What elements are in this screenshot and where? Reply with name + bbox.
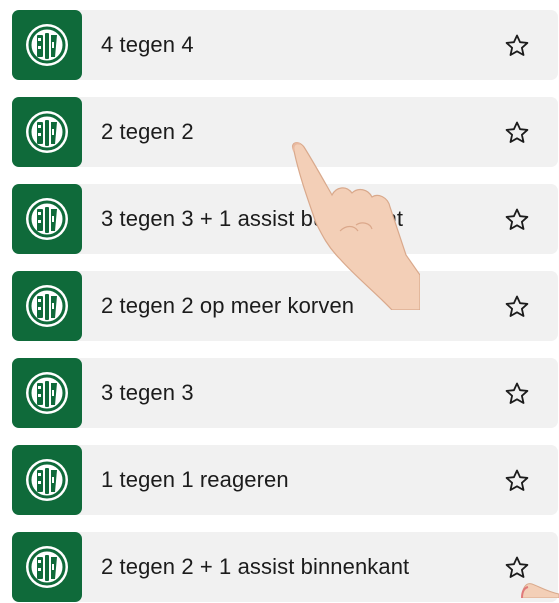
exercise-row[interactable]: 3 tegen 3 + 1 assist buitenkant	[12, 184, 558, 254]
club-logo-icon	[12, 10, 82, 80]
exercise-title: 3 tegen 3	[101, 380, 194, 405]
exercise-title: 1 tegen 1 reageren	[101, 467, 289, 492]
exercise-row[interactable]: 4 tegen 4	[12, 10, 558, 80]
club-logo-icon	[12, 184, 82, 254]
exercise-row[interactable]: 2 tegen 2 op meer korven	[12, 271, 558, 341]
favorite-star-icon[interactable]	[504, 207, 530, 233]
exercise-title: 2 tegen 2 op meer korven	[101, 293, 355, 318]
exercise-title: 2 tegen 2	[101, 119, 194, 144]
club-logo-icon	[12, 97, 82, 167]
exercise-title: 4 tegen 4	[101, 32, 194, 57]
favorite-star-icon[interactable]	[504, 468, 530, 494]
club-logo-icon	[12, 445, 82, 515]
favorite-star-icon[interactable]	[504, 33, 530, 59]
exercise-row[interactable]: 2 tegen 2 + 1 assist binnenkant	[12, 532, 558, 602]
club-logo-icon	[12, 532, 82, 602]
club-logo-icon	[12, 358, 82, 428]
favorite-star-icon[interactable]	[504, 555, 530, 581]
favorite-star-icon[interactable]	[504, 120, 530, 146]
exercise-row[interactable]: 3 tegen 3	[12, 358, 558, 428]
exercise-row[interactable]: 1 tegen 1 reageren	[12, 445, 558, 515]
favorite-star-icon[interactable]	[504, 381, 530, 407]
club-logo-icon	[12, 271, 82, 341]
exercise-list: 4 tegen 4 2 tegen 2 3 tegen 3 + 1 assist…	[0, 0, 559, 602]
exercise-title: 2 tegen 2 + 1 assist binnenkant	[101, 554, 410, 579]
exercise-row[interactable]: 2 tegen 2	[12, 97, 558, 167]
exercise-title: 3 tegen 3 + 1 assist buitenkant	[101, 206, 404, 231]
favorite-star-icon[interactable]	[504, 294, 530, 320]
